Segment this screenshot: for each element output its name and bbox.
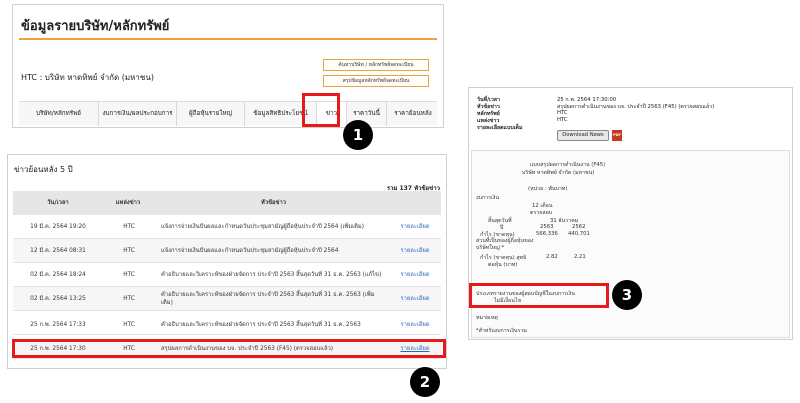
- statement-label: งบการเงิน: [476, 195, 499, 201]
- form-title: แบบสรุปผลการดำเนินงาน (F45): [530, 162, 606, 168]
- year-previous: 2562: [572, 224, 586, 230]
- step-marker-3: 3: [612, 280, 642, 310]
- news-history-panel: ข่าวย้อนหลัง 5 ปี รวม 137 หัวข้อข่าว วัน…: [7, 154, 447, 369]
- eps-current: 2.82: [546, 254, 558, 260]
- table-row: 12 มี.ค. 2564 08:31 HTC แจ้งการจ่ายเงินป…: [13, 239, 441, 263]
- pdf-icon[interactable]: PDF: [612, 130, 622, 141]
- unit-label: (หน่วย : พันบาท): [528, 186, 568, 192]
- label-full-detail: รายละเอียดแบบเต็ม: [477, 125, 523, 131]
- tab-major-shareholders[interactable]: ผู้ถือหุ้นรายใหญ่: [177, 102, 245, 126]
- row-headline: แจ้งการจ่ายเงินปันผลและกำหนดวันประชุมสาม…: [161, 248, 339, 254]
- row-source: HTC: [123, 248, 135, 254]
- header-headline: หัวข้อข่าว: [261, 199, 286, 206]
- panel-title: ข้อมูลรายบริษัท/หลักทรัพย์: [21, 19, 170, 34]
- search-company-button[interactable]: ค้นหาบริษัท / หลักทรัพย์จดทะเบียน: [323, 59, 429, 71]
- detail-link[interactable]: รายละเอียด: [389, 287, 441, 311]
- news-history-title: ข่าวย้อนหลัง 5 ปี: [14, 165, 73, 174]
- audit-opinion-highlight: [469, 283, 609, 308]
- row-date: 12 มี.ค. 2564 08:31: [30, 248, 86, 254]
- table-row: 02 มี.ค. 2564 18:24 HTC คำอธิบายและวิเคร…: [13, 263, 441, 287]
- row-headline: คำอธิบายและวิเคราะห์ของฝ่ายจัดการ ประจำป…: [161, 292, 375, 306]
- row-source: HTC: [123, 322, 135, 328]
- form-company: บริษัท หาดทิพย์ จำกัด (มหาชน): [522, 170, 595, 176]
- tab-company[interactable]: บริษัท/หลักทรัพย์: [19, 102, 99, 126]
- row-headline: คำอธิบายและวิเคราะห์ของฝ่ายจัดการ ประจำป…: [161, 322, 361, 328]
- step-marker-1: 1: [343, 120, 373, 150]
- detail-link[interactable]: รายละเอียด: [389, 239, 441, 263]
- detail-link[interactable]: รายละเอียด: [389, 315, 441, 335]
- company-info-panel: ข้อมูลรายบริษัท/หลักทรัพย์ HTC : บริษัท …: [12, 4, 444, 128]
- row-headline: แจ้งการจ่ายเงินปันผลและกำหนดวันประชุมสาม…: [161, 224, 364, 230]
- audited-label: ตรวจสอบ: [530, 210, 553, 216]
- tab-financials[interactable]: งบการเงิน/ผลประกอบการ: [99, 102, 177, 126]
- row-date: 02 มี.ค. 2564 13:25: [30, 296, 86, 302]
- value-security: HTC: [557, 110, 568, 116]
- table-row: 25 ก.พ. 2564 17:33 HTC คำอธิบายและวิเครา…: [13, 315, 441, 335]
- info-tabs: บริษัท/หลักทรัพย์ งบการเงิน/ผลประกอบการ …: [19, 101, 439, 126]
- table-row: 02 มี.ค. 2564 13:25 HTC คำอธิบายและวิเคร…: [13, 287, 441, 311]
- row-source: HTC: [123, 296, 135, 302]
- year-current: 2563: [540, 224, 554, 230]
- header-source: แหล่งข่าว: [115, 199, 141, 206]
- news-table-header: วัน/เวลา แหล่งข่าว หัวข้อข่าว: [13, 191, 441, 215]
- row-headline: คำอธิบายและวิเคราะห์ของฝ่ายจัดการ ประจำป…: [161, 272, 382, 278]
- value-headline: สรุปผลการดำเนินงานของ บจ. ประจำปี 2563 (…: [557, 104, 715, 110]
- listed-summary-button[interactable]: สรุปข้อมูลหลักทรัพย์จดทะเบียน: [323, 75, 429, 87]
- eps-previous: 2.21: [574, 254, 586, 260]
- profit-current: 566,336: [536, 231, 558, 237]
- header-date: วัน/เวลา: [47, 199, 69, 206]
- news-tab-highlight: [302, 93, 340, 127]
- tab-historical-price[interactable]: ราคาย้อนหลัง: [387, 102, 439, 126]
- eps-sub-label: ต่อหุ้น (บาท): [488, 262, 518, 268]
- detail-link[interactable]: รายละเอียด: [389, 263, 441, 287]
- footnote: *สำหรับงบการเงินรวม: [476, 328, 527, 334]
- row-source: HTC: [123, 272, 135, 278]
- row-source: HTC: [123, 224, 135, 230]
- title-divider: [19, 38, 437, 40]
- download-news-button[interactable]: Download News: [557, 130, 609, 141]
- remark-label: หมายเหตุ: [476, 315, 498, 321]
- detail-link[interactable]: รายละเอียด: [389, 215, 441, 239]
- row-date: 02 มี.ค. 2564 18:24: [30, 272, 86, 278]
- profit-sub-label: ส่วนที่เป็นของผู้ถือหุ้นของบริษัทใหญ่ *: [476, 238, 534, 251]
- table-row: 19 มี.ค. 2564 19:20 HTC แจ้งการจ่ายเงินป…: [13, 215, 441, 239]
- row-date: 25 ก.พ. 2564 17:33: [30, 322, 86, 328]
- profit-previous: 440,701: [568, 231, 590, 237]
- f45-form-body: แบบสรุปผลการดำเนินงาน (F45) บริษัท หาดทิ…: [471, 150, 790, 338]
- value-source: HTC: [557, 117, 568, 123]
- row-date: 19 มี.ค. 2564 19:20: [30, 224, 86, 230]
- company-name: HTC : บริษัท หาดทิพย์ จำกัด (มหาชน): [21, 73, 154, 82]
- step-marker-2: 2: [410, 367, 440, 397]
- f45-row-highlight: [12, 339, 446, 358]
